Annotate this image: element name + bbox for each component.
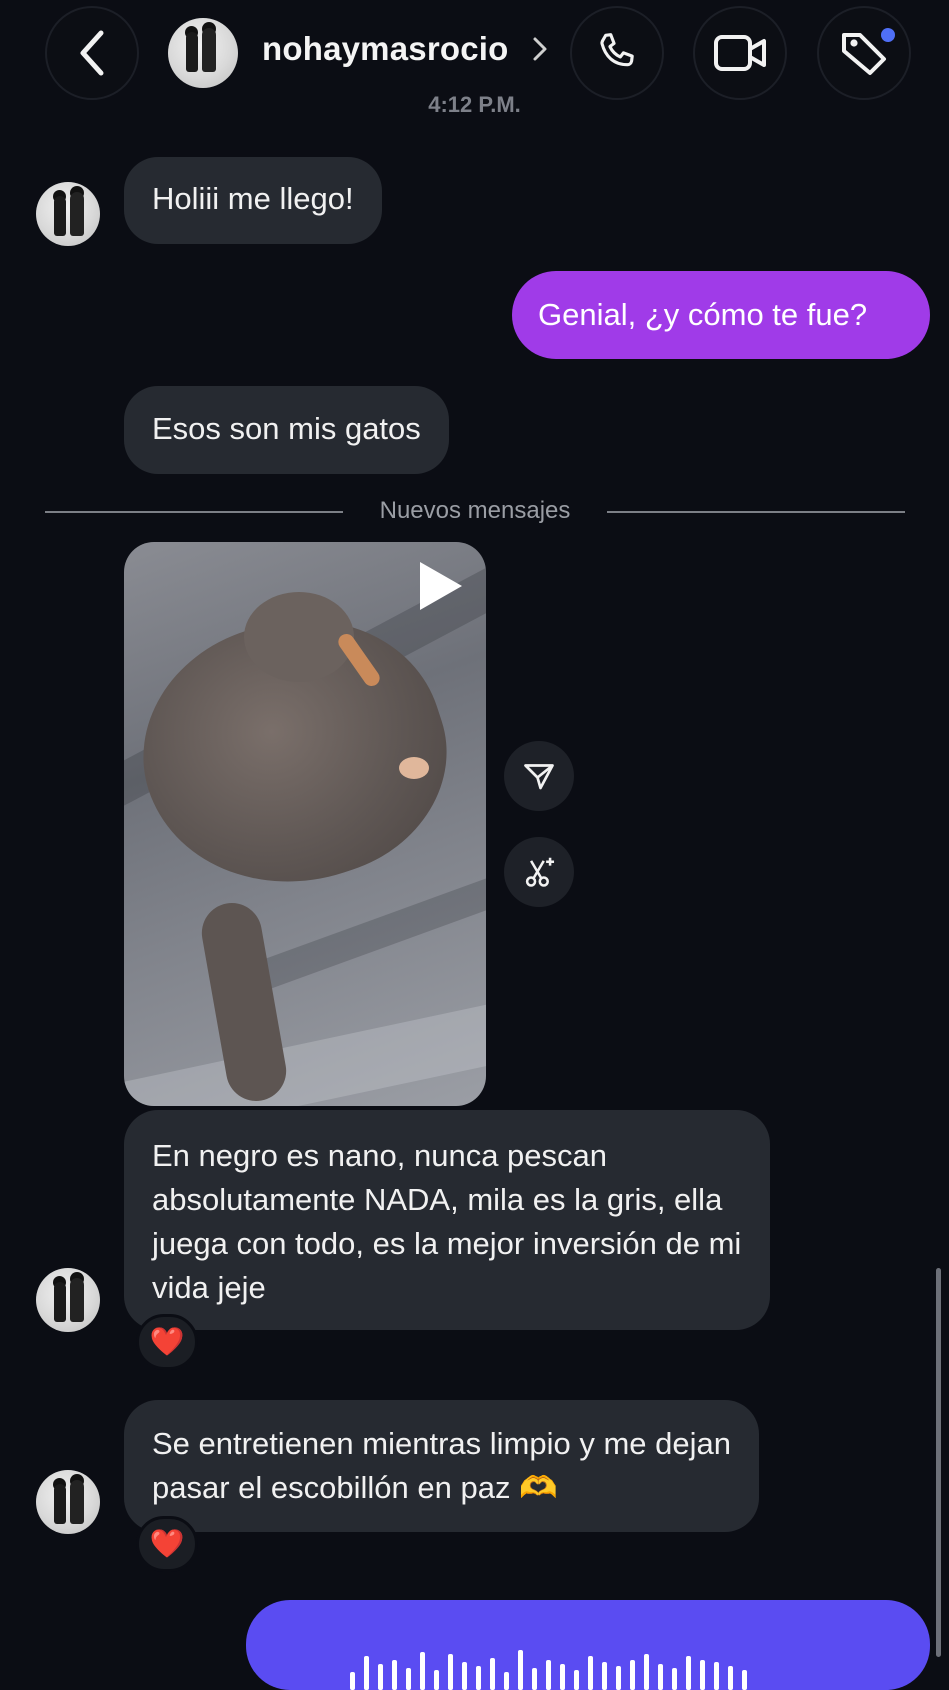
waveform-bar — [602, 1662, 607, 1690]
waveform-bar — [742, 1670, 747, 1690]
sender-avatar[interactable] — [36, 1470, 100, 1534]
waveform-bar — [560, 1664, 565, 1690]
message-text: Se entretienen mientras limpio y me deja… — [152, 1426, 731, 1505]
video-message-thumbnail[interactable] — [124, 542, 486, 1106]
phone-icon — [600, 33, 634, 67]
heart-reaction-emoji: ❤️ — [149, 1326, 185, 1357]
share-icon — [524, 764, 554, 790]
waveform-bar — [378, 1664, 383, 1690]
waveform-bar — [420, 1652, 425, 1690]
back-button[interactable] — [45, 6, 139, 100]
heart-reaction[interactable]: ❤️ — [136, 1516, 198, 1572]
audio-call-button[interactable] — [570, 6, 664, 100]
waveform-bar — [518, 1650, 523, 1690]
waveform-bar — [658, 1664, 663, 1690]
message-bubble[interactable]: Esos son mis gatos — [124, 386, 449, 474]
remix-button[interactable] — [504, 837, 574, 907]
waveform-bar — [476, 1666, 481, 1690]
waveform-bar — [630, 1660, 635, 1690]
waveform-bar — [462, 1662, 467, 1690]
waveform-bar — [672, 1668, 677, 1690]
header-username[interactable]: nohaymasrocio — [262, 30, 509, 68]
waveform-bar — [504, 1672, 509, 1690]
tag-button[interactable] — [817, 6, 911, 100]
heart-reaction[interactable]: ❤️ — [136, 1314, 198, 1370]
waveform-bar — [490, 1658, 495, 1690]
notification-dot — [881, 28, 895, 42]
sent-message-bubble[interactable]: Genial, ¿y cómo te fue? — [512, 271, 930, 359]
timestamp: 4:12 P.M. — [428, 92, 521, 117]
waveform-bar — [406, 1668, 411, 1690]
divider-line-right — [607, 511, 905, 513]
waveform-bar — [546, 1660, 551, 1690]
new-messages-divider: Nuevos mensajes — [379, 497, 571, 524]
back-arrow-icon — [80, 30, 104, 76]
waveform-bar — [364, 1656, 369, 1690]
voice-message-bubble[interactable] — [246, 1600, 930, 1690]
message-bubble[interactable]: Holiii me llego! — [124, 157, 382, 244]
waveform-bar — [434, 1670, 439, 1690]
message-text: Holiii me llego! — [152, 181, 354, 216]
waveform-bar — [392, 1660, 397, 1690]
waveform-bar — [714, 1662, 719, 1690]
message-text: Genial, ¿y cómo te fue? — [538, 297, 868, 332]
waveform-bar — [616, 1666, 621, 1690]
video-call-button[interactable] — [693, 6, 787, 100]
sender-avatar[interactable] — [36, 182, 100, 246]
waveform-bar — [700, 1660, 705, 1690]
waveform-bar — [728, 1666, 733, 1690]
header-avatar[interactable] — [168, 18, 238, 88]
divider-line-left — [45, 511, 343, 513]
waveform-bar — [686, 1656, 691, 1690]
waveform-bar — [644, 1654, 649, 1690]
video-camera-icon — [714, 35, 766, 71]
waveform-bar — [588, 1656, 593, 1690]
message-bubble[interactable]: Se entretienen mientras limpio y me deja… — [124, 1400, 759, 1532]
share-button[interactable] — [504, 741, 574, 811]
play-icon[interactable] — [420, 562, 462, 610]
message-text: Esos son mis gatos — [152, 411, 421, 446]
waveform-bar — [350, 1672, 355, 1690]
scrollbar[interactable] — [936, 1268, 941, 1657]
message-text: En negro es nano, nunca pescan absolutam… — [152, 1138, 742, 1305]
waveform-bar — [574, 1670, 579, 1690]
remix-scissors-icon — [525, 857, 555, 887]
chevron-right-icon[interactable] — [532, 36, 548, 62]
heart-reaction-emoji: ❤️ — [149, 1528, 185, 1559]
waveform-bar — [448, 1654, 453, 1690]
waveform-bar — [532, 1668, 537, 1690]
sender-avatar[interactable] — [36, 1268, 100, 1332]
voice-waveform — [246, 1600, 930, 1690]
message-bubble[interactable]: En negro es nano, nunca pescan absolutam… — [124, 1110, 770, 1330]
